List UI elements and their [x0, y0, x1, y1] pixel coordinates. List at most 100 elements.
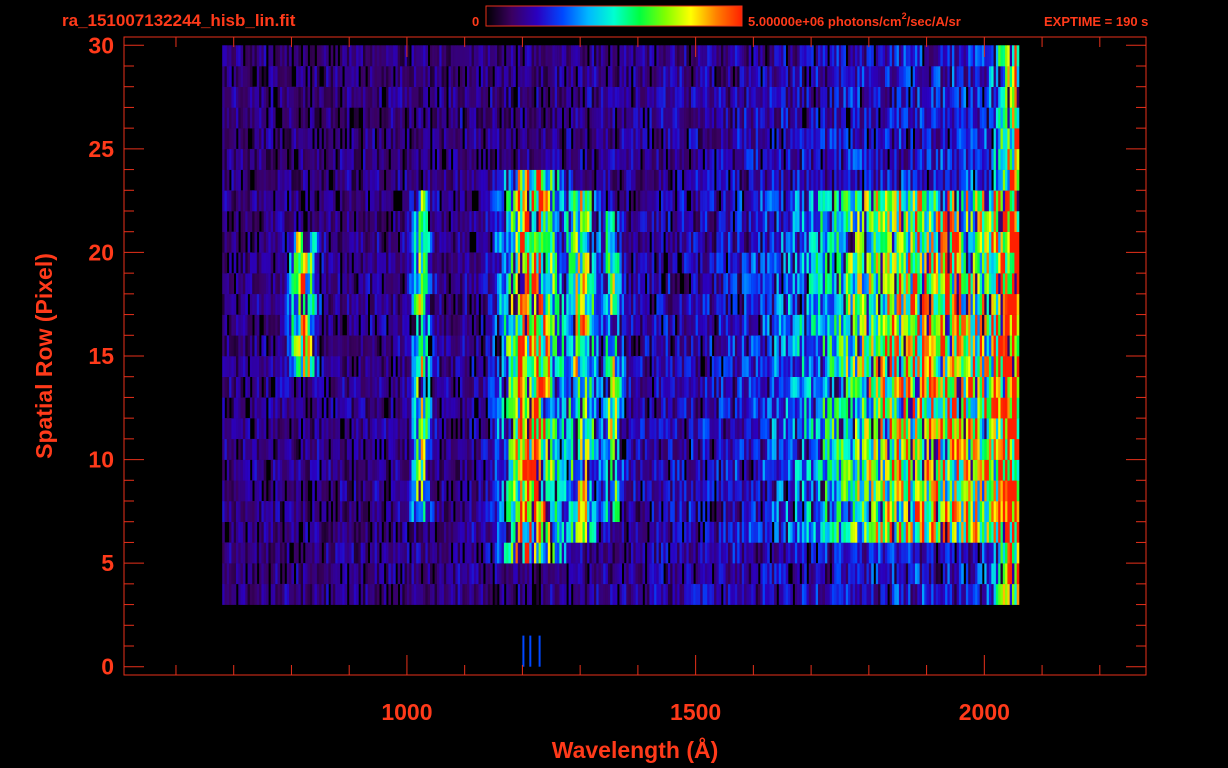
- heatmap-cell: [316, 397, 320, 419]
- heatmap-cell: [753, 356, 756, 377]
- heatmap-cell: [965, 376, 969, 398]
- heatmap-cell: [587, 480, 590, 502]
- heatmap-cell: [584, 293, 588, 315]
- heatmap-cell: [975, 563, 978, 585]
- heatmap-cell: [598, 293, 602, 315]
- heatmap-cell: [878, 418, 881, 440]
- heatmap-cell: [679, 438, 683, 460]
- heatmap-cell: [233, 418, 237, 440]
- heatmap-cell: [838, 356, 842, 377]
- heatmap-cell: [767, 335, 770, 357]
- heatmap-cell: [534, 521, 537, 543]
- heatmap-cell: [880, 563, 883, 585]
- heatmap-cell: [979, 418, 983, 440]
- heatmap-cell: [402, 438, 405, 460]
- heatmap-cell: [808, 542, 812, 564]
- heatmap-cell: [700, 521, 703, 543]
- heatmap-cell: [291, 521, 294, 543]
- heatmap-cell: [483, 480, 486, 502]
- heatmap-cell: [437, 376, 440, 398]
- heatmap-cell: [289, 459, 292, 481]
- heatmap-cell: [598, 583, 602, 605]
- heatmap-cell: [965, 501, 969, 522]
- heatmap-cell: [665, 563, 669, 585]
- heatmap-cell: [621, 335, 625, 357]
- heatmap-cell: [390, 376, 394, 398]
- heatmap-cell: [480, 356, 484, 377]
- heatmap-cell: [462, 293, 465, 315]
- heatmap-cell: [575, 583, 579, 605]
- heatmap-cell: [942, 314, 946, 336]
- heatmap-cell: [952, 542, 955, 564]
- heatmap-cell: [993, 480, 997, 502]
- heatmap-cell: [598, 459, 602, 481]
- heatmap-cell: [418, 438, 422, 460]
- heatmap-cell: [559, 521, 562, 543]
- heatmap-cell: [607, 356, 611, 377]
- heatmap-cell: [356, 376, 359, 398]
- heatmap-cell: [277, 542, 281, 564]
- heatmap-cell: [360, 438, 364, 460]
- heatmap-cell: [822, 480, 826, 502]
- heatmap-cell: [494, 356, 498, 377]
- heatmap-cell: [741, 438, 745, 460]
- heatmap-cell: [644, 418, 648, 440]
- heatmap-cell: [644, 376, 648, 398]
- heatmap-cell: [335, 521, 338, 543]
- heatmap-cell: [409, 459, 412, 481]
- heatmap-cell: [915, 335, 918, 357]
- heatmap-cell: [829, 459, 833, 481]
- heatmap-cell: [229, 293, 232, 315]
- heatmap-cell: [543, 438, 546, 460]
- heatmap-cell: [497, 459, 500, 481]
- heatmap-cell: [485, 501, 489, 522]
- heatmap-cell: [358, 397, 361, 419]
- heatmap-cell: [670, 501, 673, 522]
- heatmap-cell: [901, 438, 904, 460]
- heatmap-cell: [554, 376, 558, 398]
- heatmap-cell: [954, 418, 957, 440]
- heatmap-cell: [940, 293, 943, 315]
- heatmap-cell: [945, 542, 948, 564]
- heatmap-cell: [649, 314, 652, 336]
- heatmap-cell: [642, 459, 646, 481]
- heatmap-cell: [319, 438, 322, 460]
- heatmap-cell: [224, 542, 228, 564]
- heatmap-cell: [386, 293, 389, 315]
- heatmap-cell: [746, 459, 749, 481]
- heatmap-cell: [406, 273, 410, 295]
- heatmap-cell: [1002, 480, 1006, 502]
- heatmap-cell: [469, 376, 472, 398]
- heatmap-cell: [635, 335, 639, 357]
- heatmap-cell: [679, 459, 683, 481]
- heatmap-cell: [730, 480, 733, 502]
- heatmap-cell: [363, 314, 366, 336]
- heatmap-cell: [651, 459, 655, 481]
- heatmap-cell: [231, 501, 234, 522]
- heatmap-cell: [545, 397, 549, 419]
- heatmap-cell: [910, 521, 913, 543]
- heatmap-cell: [365, 501, 368, 522]
- heatmap-cell: [353, 376, 357, 398]
- heatmap-cell: [956, 293, 960, 315]
- heatmap-cell: [755, 356, 759, 377]
- heatmap-cell: [928, 583, 932, 605]
- heatmap-cell: [815, 459, 819, 481]
- heatmap-cell: [931, 459, 934, 481]
- heatmap-cell: [732, 376, 736, 398]
- heatmap-cell: [582, 356, 586, 377]
- heatmap-cell: [540, 563, 544, 585]
- heatmap-cell: [245, 480, 248, 502]
- heatmap-cell: [568, 480, 572, 502]
- heatmap-cell: [413, 397, 417, 419]
- heatmap-cell: [848, 356, 851, 377]
- heatmap-cell: [497, 397, 500, 419]
- heatmap-cell: [584, 459, 588, 481]
- heatmap-cell: [771, 397, 775, 419]
- heatmap-cell: [714, 438, 717, 460]
- heatmap-cell: [446, 314, 449, 336]
- heatmap-cell: [891, 314, 895, 336]
- heatmap-cell: [245, 418, 248, 440]
- heatmap-cell: [346, 293, 350, 315]
- heatmap-cell: [543, 314, 546, 336]
